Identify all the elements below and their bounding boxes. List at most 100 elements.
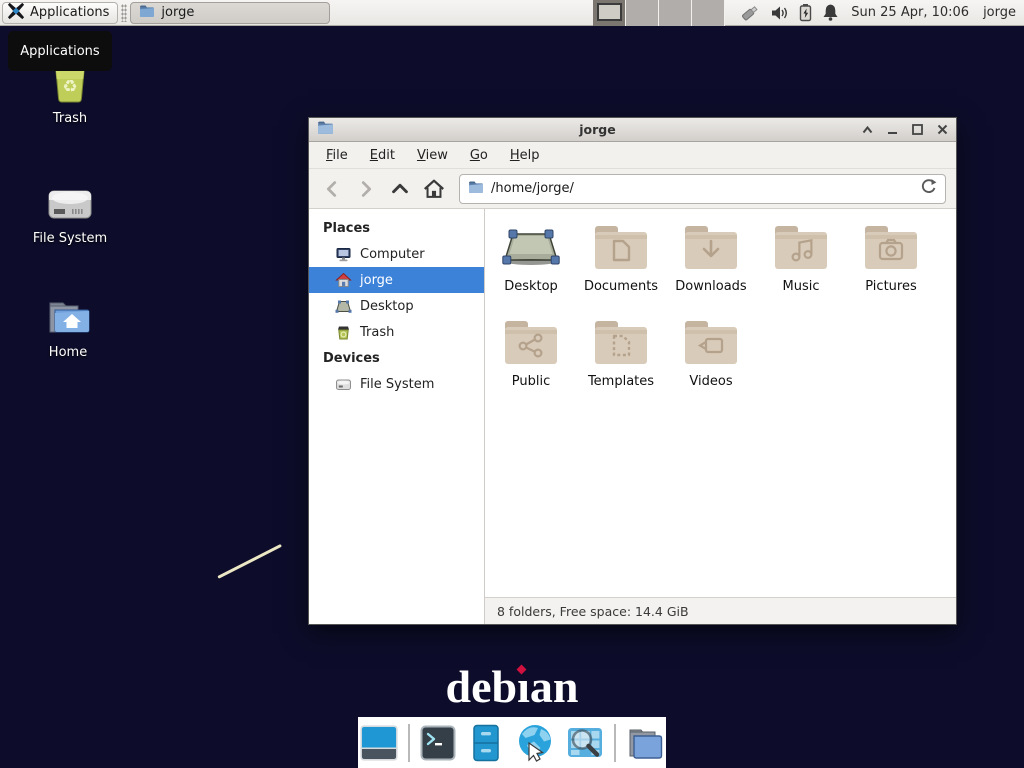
top-panel: Applications jorge [0, 0, 1024, 26]
dock-terminal-icon[interactable] [418, 723, 458, 763]
dock-web-browser-icon[interactable] [514, 722, 556, 764]
dock-app-finder-icon[interactable] [564, 722, 606, 764]
dock-separator [408, 724, 410, 762]
reload-icon[interactable] [920, 178, 937, 199]
home-button[interactable] [419, 175, 449, 203]
sidebar-item-filesystem[interactable]: File System [309, 371, 484, 397]
taskbar-window-button[interactable]: jorge [130, 2, 330, 24]
panel-username[interactable]: jorge [983, 5, 1016, 20]
sidebar-item-label: jorge [360, 273, 393, 288]
file-item-public[interactable]: Public [486, 314, 576, 409]
music-folder-icon [773, 219, 829, 277]
file-item-videos[interactable]: Videos [666, 314, 756, 409]
pictures-folder-icon [863, 219, 919, 277]
workspace-3[interactable] [659, 0, 692, 26]
workspace-1[interactable] [593, 0, 626, 26]
volume-icon[interactable] [770, 4, 789, 22]
file-item-documents[interactable]: Documents [576, 219, 666, 314]
menu-view[interactable]: View [406, 148, 459, 163]
sidebar-places-header: Places [309, 215, 484, 241]
drive-small-icon [335, 376, 352, 393]
sidebar-item-trash[interactable]: Trash [309, 319, 484, 345]
taskbar-handle[interactable] [121, 4, 127, 22]
path-input[interactable]: /home/jorge/ [491, 181, 913, 196]
desktop-icon-label: File System [20, 231, 120, 246]
svg-text:♻: ♻ [62, 77, 77, 97]
home-icon [335, 272, 352, 289]
desktop-small-icon [335, 298, 352, 315]
menu-file[interactable]: File [315, 148, 359, 163]
debian-logo-text: deb [446, 661, 518, 712]
document-folder-icon [593, 219, 649, 277]
menu-edit[interactable]: Edit [359, 148, 406, 163]
desktop-icon-filesystem[interactable]: File System [20, 177, 120, 246]
workspace-4[interactable] [692, 0, 725, 26]
workspace-switcher[interactable] [593, 0, 725, 26]
file-item-music[interactable]: Music [756, 219, 846, 314]
workspace-window-preview [597, 3, 622, 21]
file-item-templates[interactable]: Templates [576, 314, 666, 409]
removable-media-icon[interactable] [739, 3, 761, 23]
window-folder-icon [139, 4, 155, 22]
statusbar: 8 folders, Free space: 14.4 GiB [485, 597, 956, 624]
sidebar-item-label: Desktop [360, 299, 414, 314]
file-manager-window: jorge File Edit View Go Help [308, 117, 957, 625]
toolbar: /home/jorge/ [309, 169, 956, 209]
dock-desktop-icon[interactable] [358, 722, 400, 764]
menu-help[interactable]: Help [499, 148, 551, 163]
debian-logo: debıan [0, 660, 1024, 713]
window-titlebar[interactable]: jorge [309, 118, 956, 142]
minimize-button[interactable] [886, 124, 898, 136]
notifications-bell-icon[interactable] [822, 3, 839, 22]
system-tray [739, 3, 839, 23]
up-button[interactable] [385, 175, 415, 203]
path-folder-icon [468, 180, 484, 198]
menubar: File Edit View Go Help [309, 142, 956, 169]
forward-button[interactable] [351, 175, 381, 203]
file-item-desktop[interactable]: Desktop [486, 219, 576, 314]
shade-button[interactable] [861, 124, 873, 136]
file-label: Music [783, 279, 820, 294]
dock-file-cabinet-icon[interactable] [466, 723, 506, 763]
window-title: jorge [334, 122, 861, 137]
public-folder-icon [503, 314, 559, 372]
desktop-icon-label: Home [18, 345, 118, 360]
maximize-button[interactable] [911, 124, 923, 136]
file-label: Downloads [675, 279, 746, 294]
applications-tooltip: Applications [8, 31, 112, 71]
sidebar-item-label: Computer [360, 247, 425, 262]
file-label: Pictures [865, 279, 916, 294]
hard-drive-icon [20, 177, 120, 225]
sidebar-item-label: File System [360, 377, 434, 392]
file-label: Videos [689, 374, 732, 389]
file-label: Templates [588, 374, 654, 389]
file-label: Desktop [504, 279, 558, 294]
workspace-2[interactable] [626, 0, 659, 26]
back-button[interactable] [317, 175, 347, 203]
debian-logo-text: an [530, 661, 579, 712]
window-titlebar-folder-icon [317, 120, 334, 139]
dock-file-manager-icon[interactable] [624, 723, 666, 763]
sidebar-item-jorge[interactable]: jorge [309, 267, 484, 293]
battery-icon[interactable] [798, 3, 813, 22]
close-button[interactable] [936, 124, 948, 136]
desktop-icon-home[interactable]: Home [18, 291, 118, 360]
menu-go[interactable]: Go [459, 148, 499, 163]
taskbar-window-label: jorge [161, 5, 194, 20]
applications-menu-label: Applications [30, 5, 109, 20]
path-bar[interactable]: /home/jorge/ [459, 174, 946, 204]
file-item-pictures[interactable]: Pictures [846, 219, 936, 314]
sidebar-item-desktop[interactable]: Desktop [309, 293, 484, 319]
panel-clock[interactable]: Sun 25 Apr, 10:06 [851, 5, 969, 20]
sidebar-item-label: Trash [360, 325, 394, 340]
file-item-downloads[interactable]: Downloads [666, 219, 756, 314]
bottom-dock [358, 717, 666, 768]
home-folder-icon [18, 291, 118, 339]
sidebar: Places Computer jorge [309, 209, 485, 624]
applications-menu-button[interactable]: Applications [2, 2, 118, 24]
desktop-icon-label: Trash [20, 111, 120, 126]
file-grid: Desktop Documents [485, 209, 956, 597]
dock-separator [614, 724, 616, 762]
sidebar-item-computer[interactable]: Computer [309, 241, 484, 267]
download-folder-icon [683, 219, 739, 277]
